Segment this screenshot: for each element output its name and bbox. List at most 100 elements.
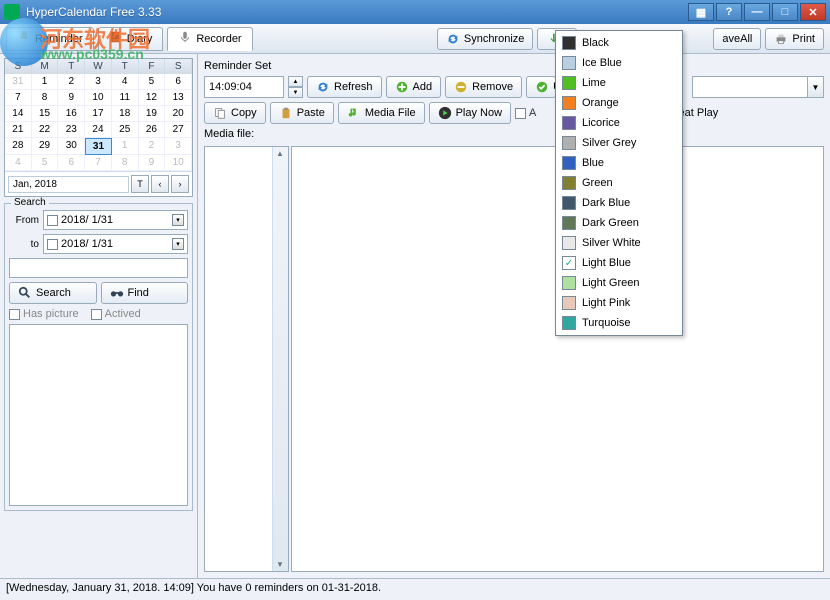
find-button[interactable]: Find (101, 282, 189, 304)
calendar-day[interactable]: 5 (139, 74, 166, 90)
tab-reminder[interactable]: Reminder (6, 27, 94, 51)
calendar-day[interactable]: 16 (58, 106, 85, 122)
calendar-day[interactable]: 7 (5, 90, 32, 106)
date-from-dropdown-icon[interactable]: ▾ (172, 214, 184, 226)
play-now-button[interactable]: Play Now (429, 102, 511, 124)
remove-button[interactable]: Remove (445, 76, 522, 98)
reminder-list-panel[interactable] (204, 146, 289, 572)
calendar-day[interactable]: 6 (165, 74, 192, 90)
calendar-day[interactable]: 27 (165, 122, 192, 138)
actived-checkbox[interactable]: Actived (91, 308, 141, 320)
calendar-day[interactable]: 9 (58, 90, 85, 106)
color-option[interactable]: Dark Green (558, 213, 680, 233)
update-button[interactable]: U (526, 76, 556, 98)
calendar-day[interactable]: 2 (139, 138, 166, 155)
time-input[interactable]: 14:09:04 (204, 76, 284, 98)
calendar-day[interactable]: 29 (32, 138, 59, 155)
calendar-day[interactable]: 22 (32, 122, 59, 138)
date-to-input[interactable]: 2018/ 1/31 ▾ (43, 234, 188, 254)
calendar-day[interactable]: 15 (32, 106, 59, 122)
close-button[interactable]: ✕ (800, 3, 826, 21)
calendar-day[interactable]: 12 (139, 90, 166, 106)
calendar-day[interactable]: 18 (112, 106, 139, 122)
calendar-day[interactable]: 14 (5, 106, 32, 122)
calendar-day[interactable]: 21 (5, 122, 32, 138)
refresh-button[interactable]: Refresh (307, 76, 382, 98)
tab-diary[interactable]: Diary (98, 27, 164, 51)
print-button[interactable]: Print (765, 28, 824, 50)
calendar-day[interactable]: 23 (58, 122, 85, 138)
calendar-day[interactable]: 10 (85, 90, 112, 106)
calendar-day[interactable]: 7 (85, 155, 112, 171)
calendar-day[interactable]: 9 (139, 155, 166, 171)
calendar-day[interactable]: 5 (32, 155, 59, 171)
add-button[interactable]: Add (386, 76, 442, 98)
calendar-day[interactable]: 4 (112, 74, 139, 90)
theme-button[interactable]: ▦ (688, 3, 714, 21)
calendar-day[interactable]: 19 (139, 106, 166, 122)
help-button[interactable]: ? (716, 3, 742, 21)
calendar-day[interactable]: 1 (32, 74, 59, 90)
date-to-checkbox[interactable] (47, 239, 58, 250)
time-down-button[interactable]: ▼ (288, 87, 303, 98)
color-option[interactable]: Silver Grey (558, 133, 680, 153)
calendar-today-button[interactable]: T (131, 175, 149, 193)
color-option[interactable]: Black (558, 33, 680, 53)
calendar-day[interactable]: 3 (165, 138, 192, 155)
color-option[interactable]: Dark Blue (558, 193, 680, 213)
calendar-day[interactable]: 17 (85, 106, 112, 122)
date-from-checkbox[interactable] (47, 215, 58, 226)
copy-button[interactable]: Copy (204, 102, 266, 124)
date-from-input[interactable]: 2018/ 1/31 ▾ (43, 210, 188, 230)
paste-button[interactable]: Paste (270, 102, 334, 124)
color-option[interactable]: Orange (558, 93, 680, 113)
reminder-combo[interactable]: ▼ (692, 76, 824, 98)
color-option[interactable]: ✓Light Blue (558, 253, 680, 273)
date-to-dropdown-icon[interactable]: ▾ (172, 238, 184, 250)
calendar-day[interactable]: 13 (165, 90, 192, 106)
calendar-day[interactable]: 31 (5, 74, 32, 90)
scrollbar[interactable] (272, 147, 288, 571)
calendar-day[interactable]: 8 (32, 90, 59, 106)
color-option[interactable]: Licorice (558, 113, 680, 133)
minimize-button[interactable]: — (744, 3, 770, 21)
color-option[interactable]: Green (558, 173, 680, 193)
maximize-button[interactable]: □ (772, 3, 798, 21)
calendar-next-button[interactable]: › (171, 175, 189, 193)
calendar-day[interactable]: 11 (112, 90, 139, 106)
calendar-day[interactable]: 8 (112, 155, 139, 171)
calendar-day[interactable]: 2 (58, 74, 85, 90)
calendar-day[interactable]: 25 (112, 122, 139, 138)
search-text-input[interactable] (9, 258, 188, 278)
color-option[interactable]: Lime (558, 73, 680, 93)
media-file-button[interactable]: Media File (338, 102, 425, 124)
saveall-button[interactable]: aveAll (713, 28, 761, 50)
has-picture-checkbox[interactable]: Has picture (9, 308, 79, 320)
calendar-prev-button[interactable]: ‹ (151, 175, 169, 193)
color-dropdown[interactable]: BlackIce BlueLimeOrangeLicoriceSilver Gr… (555, 30, 683, 336)
calendar-day[interactable]: 28 (5, 138, 32, 155)
calendar-day[interactable]: 6 (58, 155, 85, 171)
checkbox-a[interactable]: A (515, 107, 536, 119)
color-option[interactable]: Silver White (558, 233, 680, 253)
color-option[interactable]: Turquoise (558, 313, 680, 333)
tab-recorder[interactable]: Recorder (167, 27, 252, 51)
time-up-button[interactable]: ▲ (288, 76, 303, 87)
calendar-day[interactable]: 10 (165, 155, 192, 171)
search-results-list[interactable] (9, 324, 188, 506)
search-button[interactable]: Search (9, 282, 97, 304)
calendar-month-label[interactable]: Jan, 2018 (8, 176, 129, 193)
calendar-day[interactable]: 20 (165, 106, 192, 122)
calendar-day[interactable]: 31 (85, 138, 112, 155)
calendar-day[interactable]: 1 (112, 138, 139, 155)
color-option[interactable]: Ice Blue (558, 53, 680, 73)
color-option[interactable]: Blue (558, 153, 680, 173)
calendar-day[interactable]: 24 (85, 122, 112, 138)
calendar-day[interactable]: 30 (58, 138, 85, 155)
calendar-day[interactable]: 26 (139, 122, 166, 138)
calendar-day[interactable]: 3 (85, 74, 112, 90)
calendar-day[interactable]: 4 (5, 155, 32, 171)
color-option[interactable]: Light Pink (558, 293, 680, 313)
color-option[interactable]: Light Green (558, 273, 680, 293)
synchronize-button[interactable]: Synchronize (437, 28, 534, 50)
